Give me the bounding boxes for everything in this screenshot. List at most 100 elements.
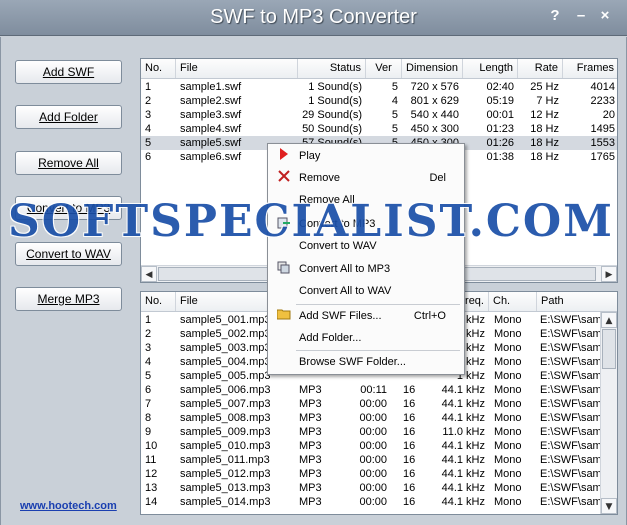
cell-length: 00:01 <box>486 109 514 121</box>
col-header-dimension[interactable]: Dimension <box>402 59 463 78</box>
col-header-no[interactable]: No. <box>141 59 176 78</box>
col-header-no[interactable]: No. <box>141 292 176 311</box>
cell-ch: Mono <box>494 342 522 354</box>
cell-no: 5 <box>145 370 152 382</box>
col-header-ver[interactable]: Ver <box>366 59 402 78</box>
table-row[interactable]: 13 sample5_013.mp3 MP3 00:00 16 44.1 kHz Mono E… <box>141 481 617 495</box>
cell-length: 05:19 <box>486 95 514 107</box>
cell-file: sample5_007.mp3 <box>180 398 271 410</box>
menu-item-label: Convert All to WAV <box>299 285 392 297</box>
menu-item-label: Play <box>299 150 321 162</box>
cell-len: 00:00 <box>359 496 387 508</box>
mp3-list-vscrollbar[interactable]: ▲ ▼ <box>600 312 617 514</box>
cell-no: 4 <box>145 356 152 368</box>
cell-len: 00:00 <box>359 440 387 452</box>
cell-file: sample5_010.mp3 <box>180 440 271 452</box>
menu-item-label: Add Folder... <box>299 332 362 344</box>
cell-ch: Mono <box>494 412 522 424</box>
menu-item-browse-swf-folder[interactable]: Browse SWF Folder... <box>268 351 464 373</box>
add-swf-button[interactable]: Add SWF <box>15 60 122 84</box>
scroll-right-arrow-icon[interactable]: ▶ <box>601 266 617 282</box>
context-menu: Play Remove Del Remove All Convert to MP… <box>267 143 465 375</box>
cell-bits: 16 <box>403 440 416 452</box>
menu-item-add-folder[interactable]: Add Folder... <box>268 327 464 349</box>
col-header-rate[interactable]: Rate <box>518 59 563 78</box>
cell-frames: 20 <box>602 109 615 121</box>
cell-rate: 25 Hz <box>530 81 559 93</box>
col-header-path[interactable]: Path <box>537 292 617 311</box>
cell-file: sample5_006.mp3 <box>180 384 271 396</box>
watermark-logo: SOFTSPECIALIST.COM <box>8 196 614 247</box>
cell-no: 8 <box>145 412 152 424</box>
cell-path: E:\SWF\sam <box>540 384 600 396</box>
cell-path: E:\SWF\sam <box>540 370 600 382</box>
cell-ver: 5 <box>391 123 398 135</box>
table-row[interactable]: 3 sample3.swf 29 Sound(s) 5 540 x 440 00:01 12… <box>141 108 617 122</box>
menu-item-remove[interactable]: Remove Del <box>268 167 464 189</box>
cell-bits: 16 <box>403 482 416 494</box>
table-row[interactable]: 1 sample1.swf 1 Sound(s) 5 720 x 576 02:40 25 … <box>141 80 617 94</box>
menu-item-convert-all-to-wav[interactable]: Convert All to WAV <box>268 280 464 302</box>
table-row[interactable]: 2 sample2.swf 1 Sound(s) 4 801 x 629 05:19 7 H… <box>141 94 617 108</box>
cell-freq: 44.1 kHz <box>441 454 485 466</box>
add-folder-button[interactable]: Add Folder <box>15 105 122 129</box>
cell-ch: Mono <box>494 370 522 382</box>
cell-rate: 18 Hz <box>530 137 559 149</box>
col-header-length[interactable]: Length <box>463 59 518 78</box>
merge-mp3-button[interactable]: Merge MP3 <box>15 287 122 311</box>
menu-item-add-swf-files[interactable]: Add SWF Files... Ctrl+O <box>268 305 464 327</box>
cell-ch: Mono <box>494 398 522 410</box>
close-button[interactable]: × <box>596 7 614 25</box>
table-row[interactable]: 10 sample5_010.mp3 MP3 00:00 16 44.1 kHz Mono E… <box>141 439 617 453</box>
cell-ver: 5 <box>391 81 398 93</box>
menu-item-label: Browse SWF Folder... <box>299 356 406 368</box>
table-row[interactable]: 11 sample5_011.mp3 MP3 00:00 16 44.1 kHz Mono E… <box>141 453 617 467</box>
cell-path: E:\SWF\sam <box>540 440 600 452</box>
menu-item-play[interactable]: Play <box>268 145 464 167</box>
scroll-left-arrow-icon[interactable]: ◀ <box>141 266 157 282</box>
cell-no: 7 <box>145 398 152 410</box>
cell-rate: 18 Hz <box>530 151 559 163</box>
table-row[interactable]: 4 sample4.swf 50 Sound(s) 5 450 x 300 01:23 18… <box>141 122 617 136</box>
cell-length: 02:40 <box>486 81 514 93</box>
cell-path: E:\SWF\sam <box>540 468 600 480</box>
cell-ch: Mono <box>494 440 522 452</box>
scroll-up-arrow-icon[interactable]: ▲ <box>601 312 617 328</box>
col-header-channels[interactable]: Ch. <box>489 292 537 311</box>
cell-no: 11 <box>145 454 157 466</box>
remove-all-button[interactable]: Remove All <box>15 151 122 175</box>
table-row[interactable]: 14 sample5_014.mp3 MP3 00:00 16 44.1 kHz Mono E… <box>141 495 617 509</box>
table-row[interactable]: 7 sample5_007.mp3 MP3 00:00 16 44.1 kHz Mono E:… <box>141 397 617 411</box>
play-icon <box>276 148 292 164</box>
scroll-down-arrow-icon[interactable]: ▼ <box>601 498 617 514</box>
cell-file: sample5_012.mp3 <box>180 468 271 480</box>
cell-dim: 801 x 629 <box>410 95 459 107</box>
cell-file: sample5_013.mp3 <box>180 482 271 494</box>
cell-no: 2 <box>145 328 152 340</box>
scroll-thumb[interactable] <box>602 329 616 369</box>
cell-no: 9 <box>145 426 152 438</box>
cell-file: sample5_009.mp3 <box>180 426 271 438</box>
cell-path: E:\SWF\sam <box>540 496 600 508</box>
cell-path: E:\SWF\sam <box>540 342 600 354</box>
col-header-file[interactable]: File <box>176 59 298 78</box>
menu-item-convert-all-to-mp3[interactable]: Convert All to MP3 <box>268 258 464 280</box>
cell-frames: 1553 <box>590 137 615 149</box>
cell-freq: 44.1 kHz <box>441 384 485 396</box>
cell-file: sample1.swf <box>180 81 242 93</box>
col-header-frames[interactable]: Frames <box>563 59 617 78</box>
cell-no: 13 <box>145 482 158 494</box>
cell-freq: 44.1 kHz <box>441 412 485 424</box>
minimize-button[interactable]: – <box>572 7 590 25</box>
help-button[interactable]: ? <box>546 7 564 25</box>
cell-no: 4 <box>145 123 152 135</box>
cell-no: 14 <box>145 496 158 508</box>
col-header-status[interactable]: Status <box>298 59 366 78</box>
table-row[interactable]: 6 sample5_006.mp3 MP3 00:11 16 44.1 kHz Mono E:… <box>141 383 617 397</box>
table-row[interactable]: 9 sample5_009.mp3 MP3 00:00 16 11.0 kHz Mono E:… <box>141 425 617 439</box>
table-row[interactable]: 8 sample5_008.mp3 MP3 00:00 16 44.1 kHz Mono E:… <box>141 411 617 425</box>
website-link[interactable]: www.hootech.com <box>20 500 117 512</box>
table-row[interactable]: 12 sample5_012.mp3 MP3 00:00 16 44.1 kHz Mono E… <box>141 467 617 481</box>
cell-no: 1 <box>145 81 152 93</box>
cell-ch: Mono <box>494 496 522 508</box>
